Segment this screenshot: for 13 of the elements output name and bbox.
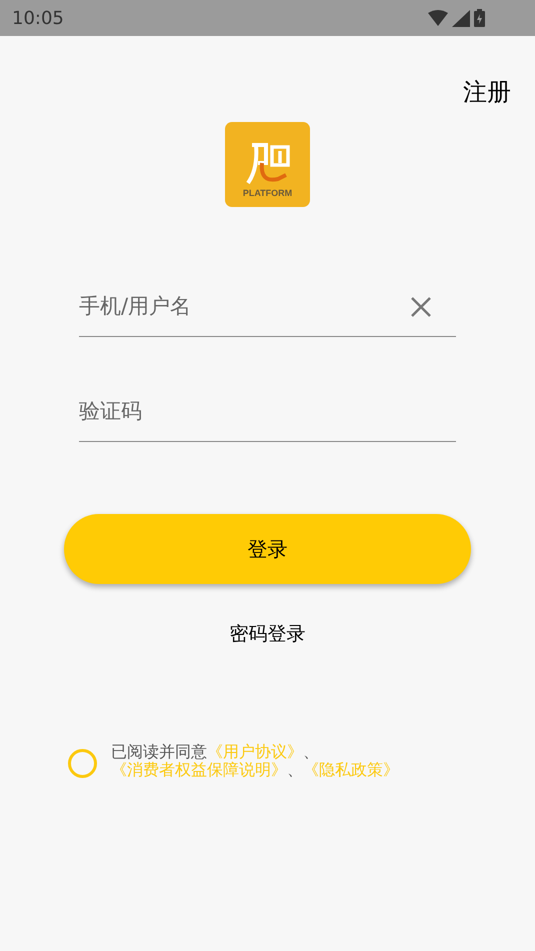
register-link[interactable]: 注册 — [463, 80, 511, 104]
logo-caption: PLATFORM — [242, 189, 292, 198]
password-login-link[interactable]: 密码登录 — [230, 620, 306, 648]
battery-icon — [474, 9, 485, 27]
agreement-text: 已阅读并同意《用户协议》、 《消费者权益保障说明》、《隐私政策》 — [111, 742, 400, 778]
login-button[interactable]: 登录 — [64, 514, 471, 584]
status-time: 10:05 — [12, 6, 64, 30]
clear-icon[interactable] — [410, 296, 432, 318]
input-field[interactable]: 验证码 — [79, 396, 456, 428]
agreement-checkbox[interactable] — [68, 748, 97, 778]
input-field[interactable]: 手机/用户名 — [79, 290, 379, 322]
signal-icon — [452, 10, 470, 26]
wifi-icon — [428, 10, 448, 26]
